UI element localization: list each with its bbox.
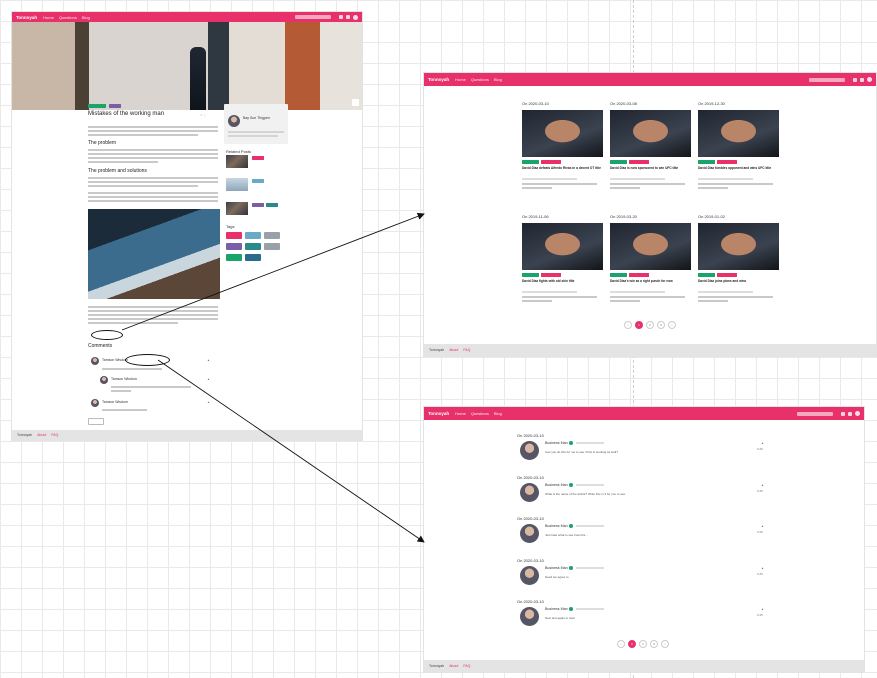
arrow-to-blog-grid (121, 212, 425, 331)
flow-arrows (121, 212, 425, 543)
arrow-to-comments-list (157, 359, 425, 543)
